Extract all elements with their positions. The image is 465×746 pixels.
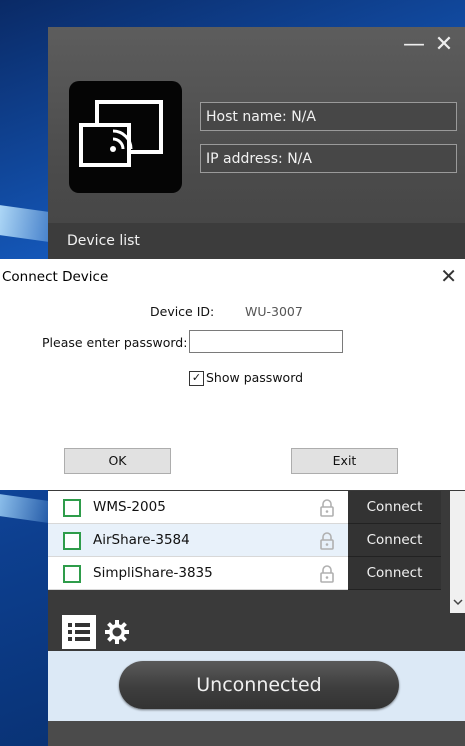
cast-screen-icon [69, 81, 182, 193]
device-checkbox[interactable] [63, 565, 81, 583]
password-field[interactable] [189, 330, 343, 353]
device-name: SimpliShare-3835 [93, 565, 213, 581]
connect-button[interactable]: Connect [348, 557, 441, 590]
list-item[interactable]: WMS-2005 [48, 491, 348, 524]
connect-device-dialog: Connect Device ✕ Device ID: WU-3007 Plea… [0, 259, 465, 490]
app-bottom-edge [48, 721, 465, 746]
device-checkbox[interactable] [63, 532, 81, 550]
ok-button[interactable]: OK [64, 448, 171, 474]
lock-icon [320, 532, 334, 550]
connect-button[interactable]: Connect [348, 491, 441, 524]
ip-address-field: IP address: N/A [200, 144, 457, 173]
bottom-toolbar [48, 613, 465, 651]
show-password-checkbox[interactable]: ✓ [189, 371, 204, 386]
gear-icon[interactable] [102, 617, 132, 647]
device-list: WMS-2005 Connect AirShare-3584 Connect S… [48, 491, 465, 613]
host-name-field: Host name: N/A [200, 102, 457, 131]
lock-icon [320, 499, 334, 517]
list-icon[interactable] [62, 615, 96, 649]
list-scrollbar[interactable] [450, 491, 465, 613]
wallpaper-light-beam [0, 494, 55, 524]
dialog-close-button[interactable]: ✕ [440, 264, 457, 288]
device-id-value: WU-3007 [245, 304, 303, 319]
connect-button[interactable]: Connect [348, 524, 441, 557]
show-password-label[interactable]: Show password [206, 370, 303, 385]
close-window-button[interactable]: ✕ [431, 33, 457, 57]
status-panel: Unconnected [48, 651, 465, 721]
status-badge[interactable]: Unconnected [119, 661, 399, 709]
list-item[interactable]: SimpliShare-3835 [48, 557, 348, 590]
device-checkbox[interactable] [63, 499, 81, 517]
password-label: Please enter password: [42, 335, 188, 350]
minimize-button[interactable]: — [401, 33, 427, 57]
device-list-label: Device list [67, 233, 140, 249]
dialog-title: Connect Device [2, 269, 109, 285]
device-name: AirShare-3584 [93, 532, 190, 548]
device-list-bar: Device list [48, 223, 465, 263]
app-header: — ✕ Host name: N/A IP address: N/A Devic… [48, 27, 465, 263]
device-id-label: Device ID: [150, 304, 215, 319]
chevron-down-icon[interactable] [450, 596, 465, 609]
exit-button[interactable]: Exit [291, 448, 398, 474]
device-name: WMS-2005 [93, 499, 166, 515]
list-item[interactable]: AirShare-3584 [48, 524, 348, 557]
lock-icon [320, 565, 334, 583]
